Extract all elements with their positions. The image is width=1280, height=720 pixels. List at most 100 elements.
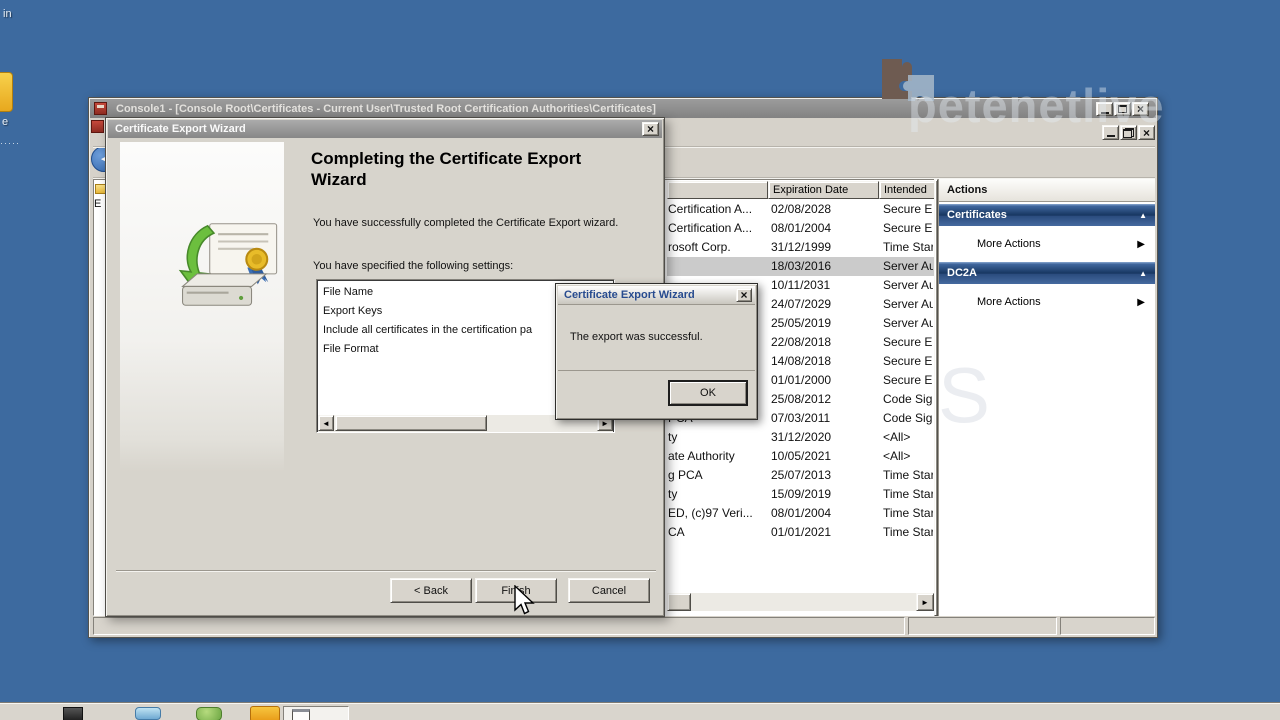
desktop-icon-partial[interactable] xyxy=(0,72,13,112)
list-horizontal-scrollbar[interactable]: ► xyxy=(667,593,934,611)
more-actions-certificates[interactable]: More Actions ▶ xyxy=(939,226,1155,262)
dialog-titlebar[interactable]: Certificate Export Wizard xyxy=(558,286,755,305)
table-row[interactable]: rosoft Corp. 31/12/1999 Time Star xyxy=(667,238,934,257)
restore-icon xyxy=(1123,128,1134,138)
console-minimize-button[interactable] xyxy=(1096,102,1113,116)
column-header-expiration[interactable]: Expiration Date xyxy=(768,181,879,199)
cert-expiration-date: 22/08/2018 xyxy=(771,335,831,349)
cert-name: ty xyxy=(668,487,768,501)
table-row[interactable]: ate Authority 10/05/2021 <All> xyxy=(667,447,934,466)
ok-button[interactable]: OK xyxy=(668,380,748,406)
taskbar-app-icon-3[interactable] xyxy=(196,707,222,720)
close-icon: × xyxy=(1137,103,1144,115)
cert-expiration-date: 01/01/2000 xyxy=(771,373,831,387)
taskbar-app-icon-4[interactable] xyxy=(250,706,280,720)
table-row[interactable]: ty 31/12/2020 <All> xyxy=(667,428,934,447)
cert-expiration-date: 07/03/2011 xyxy=(771,411,830,425)
dialog-message: The export was successful. xyxy=(570,331,703,343)
cert-intended-purpose: Secure Er xyxy=(883,373,933,387)
cancel-button[interactable]: Cancel xyxy=(568,578,650,603)
export-certificate-icon xyxy=(170,207,285,322)
desktop-icon-label: e xyxy=(2,116,8,128)
back-button[interactable]: < Back xyxy=(390,578,472,603)
minimize-icon xyxy=(1101,112,1109,114)
cert-expiration-date: 08/01/2004 xyxy=(771,506,831,520)
taskbar-active-window-button[interactable] xyxy=(283,706,349,720)
scroll-left-button[interactable]: ◄ xyxy=(318,415,334,431)
close-icon: × xyxy=(647,123,654,135)
actions-section-certificates[interactable]: Certificates ▲ xyxy=(939,204,1155,226)
wizard-title: Certificate Export Wizard xyxy=(115,123,246,135)
table-row[interactable]: g PCA 25/07/2013 Time Star xyxy=(667,466,934,485)
more-actions-dc2a[interactable]: More Actions ▶ xyxy=(939,284,1155,320)
child-minimize-button[interactable] xyxy=(1102,125,1119,140)
cert-expiration-date: 15/09/2019 xyxy=(771,487,831,501)
button-separator xyxy=(116,570,656,572)
table-row[interactable]: Certification A... 08/01/2004 Secure Er xyxy=(667,219,934,238)
cert-expiration-date: 10/11/2031 xyxy=(771,278,830,292)
export-success-dialog[interactable]: Certificate Export Wizard × The export w… xyxy=(555,283,758,420)
child-close-button[interactable]: × xyxy=(1138,125,1155,140)
cert-expiration-date: 24/07/2029 xyxy=(771,297,831,311)
cert-intended-purpose: Server Au xyxy=(883,297,933,311)
cert-expiration-date: 02/08/2028 xyxy=(771,202,831,216)
child-restore-button[interactable] xyxy=(1120,125,1137,140)
table-row[interactable]: ED, (c)97 Veri... 08/01/2004 Time Star xyxy=(667,504,934,523)
wizard-settings-label: You have specified the following setting… xyxy=(313,260,635,272)
console-close-button[interactable]: × xyxy=(1132,102,1149,116)
cert-expiration-date: 14/08/2018 xyxy=(771,354,831,368)
wizard-body-text: You have successfully completed the Cert… xyxy=(313,217,635,230)
table-row[interactable]: CA 01/01/2021 Time Star xyxy=(667,523,934,542)
cert-intended-purpose: Secure Er xyxy=(883,202,933,216)
actions-pane: Actions Certificates ▲ More Actions ▶ DC… xyxy=(938,179,1155,616)
cert-intended-purpose: <All> xyxy=(883,449,933,463)
column-header-name[interactable] xyxy=(667,181,768,199)
cert-name: ate Authority xyxy=(668,449,768,463)
cert-expiration-date: 31/12/2020 xyxy=(771,430,831,444)
table-row[interactable]: ty 15/09/2019 Time Star xyxy=(667,485,934,504)
minimize-icon xyxy=(1107,135,1115,137)
cert-intended-purpose: Time Star xyxy=(883,506,933,520)
taskbar-app-icon-2[interactable] xyxy=(135,707,161,720)
close-icon: × xyxy=(740,289,747,301)
table-row[interactable]: Certification A... 02/08/2028 Secure Er xyxy=(667,200,934,219)
cert-intended-purpose: Time Star xyxy=(883,468,933,482)
cert-name: ED, (c)97 Veri... xyxy=(668,506,768,520)
close-icon: × xyxy=(1143,127,1150,139)
cert-intended-purpose: <All> xyxy=(883,430,933,444)
scrollbar-thumb[interactable] xyxy=(335,415,487,431)
table-row[interactable]: 18/03/2016 Server Au xyxy=(667,257,934,276)
arrow-right-icon: ▶ xyxy=(1137,239,1145,250)
dialog-close-button[interactable]: × xyxy=(736,288,752,302)
cert-name: Certification A... xyxy=(668,221,768,235)
wizard-close-button[interactable]: × xyxy=(642,122,659,136)
status-bar-section xyxy=(93,617,905,635)
cert-expiration-date: 10/05/2021 xyxy=(771,449,831,463)
cert-intended-purpose: Code Sigr xyxy=(883,392,933,406)
console-app-icon xyxy=(94,102,107,115)
status-bar-section xyxy=(1060,617,1155,635)
cert-expiration-date: 25/08/2012 xyxy=(771,392,831,406)
cert-expiration-date: 25/07/2013 xyxy=(771,468,831,482)
scrollbar-thumb[interactable] xyxy=(667,593,691,611)
cert-intended-purpose: Time Star xyxy=(883,240,933,254)
scroll-right-button[interactable]: ► xyxy=(916,593,934,611)
status-bar-section xyxy=(908,617,1057,635)
cert-intended-purpose: Server Au xyxy=(883,259,933,273)
column-header-intended[interactable]: Intended xyxy=(879,181,935,199)
wizard-heading: Completing the Certificate Export Wizard xyxy=(311,148,636,190)
console-titlebar[interactable]: Console1 - [Console Root\Certificates - … xyxy=(90,99,1156,118)
cert-name: rosoft Corp. xyxy=(668,240,768,254)
actions-section-dc2a[interactable]: DC2A ▲ xyxy=(939,262,1155,284)
wizard-titlebar[interactable]: Certificate Export Wizard xyxy=(108,120,662,138)
console-maximize-button[interactable] xyxy=(1114,102,1131,116)
desktop: in e ····· Console1 - [Console Root\Cert… xyxy=(0,0,1280,720)
desktop-selection-dots: ····· xyxy=(0,138,20,148)
mouse-cursor xyxy=(513,585,537,617)
taskbar-app-icon-1[interactable] xyxy=(63,707,83,720)
cert-name: CA xyxy=(668,525,768,539)
taskbar[interactable] xyxy=(0,703,1280,720)
cert-intended-purpose: Server Au xyxy=(883,278,933,292)
chevron-up-icon: ▲ xyxy=(1139,269,1147,278)
desktop-icon-label-fragment: in xyxy=(3,8,12,20)
